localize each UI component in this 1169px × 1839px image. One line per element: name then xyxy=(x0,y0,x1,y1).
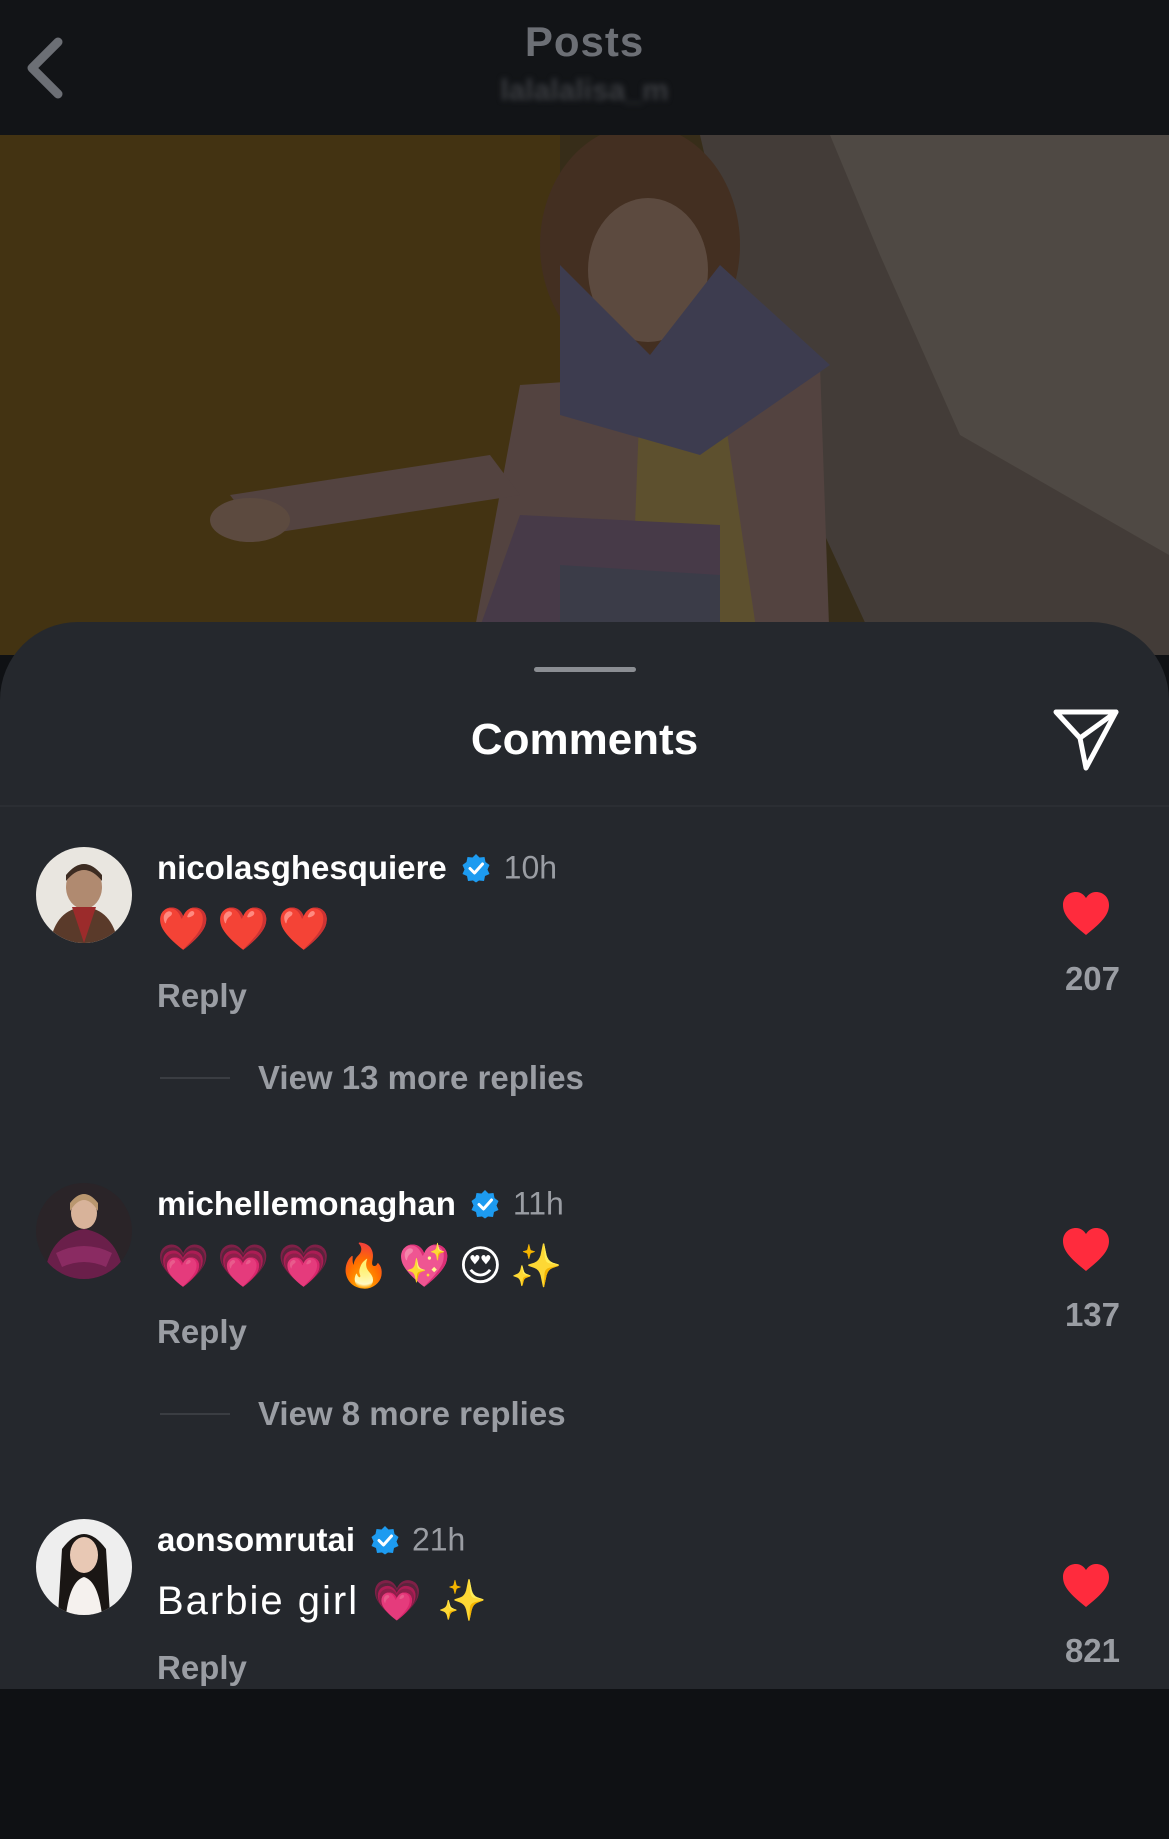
replies-divider-line xyxy=(160,1077,230,1079)
header-divider xyxy=(0,805,1169,807)
comment-item: nicolasghesquiere 10h ❤️❤️❤️ Reply 207 V… xyxy=(0,847,1169,1167)
comment-username[interactable]: aonsomrutai xyxy=(157,1521,355,1558)
heart-icon xyxy=(1063,1564,1109,1607)
like-button[interactable] xyxy=(1061,891,1111,937)
page-subtitle-username: lalalalisa_m xyxy=(500,74,669,107)
comment-item: aonsomrutai 21h Barbie girl 💗 ✨ Reply 82… xyxy=(0,1519,1169,1839)
heart-icon xyxy=(1063,892,1109,935)
page-title: Posts xyxy=(524,18,645,65)
comment-item: michellemonaghan 11h 💗💗💗🔥💖😍✨ Reply 137 V… xyxy=(0,1183,1169,1503)
view-replies-label: View 8 more replies xyxy=(258,1395,566,1432)
avatar[interactable] xyxy=(36,1183,132,1279)
view-replies-label: View 13 more replies xyxy=(258,1059,584,1096)
heart-icon xyxy=(1063,1228,1109,1271)
comment-meta: michellemonaghan 11h xyxy=(157,1185,564,1225)
comment-timestamp: 11h xyxy=(512,1185,564,1222)
avatar[interactable] xyxy=(36,847,132,943)
reply-button[interactable]: Reply xyxy=(157,1649,247,1687)
comment-timestamp: 10h xyxy=(503,849,558,886)
sheet-grabber[interactable] xyxy=(534,667,636,672)
paper-plane-icon xyxy=(1053,709,1119,771)
like-button[interactable] xyxy=(1061,1563,1111,1609)
top-navigation-bar: Posts lalalalisa_m xyxy=(0,0,1169,135)
replies-divider-line xyxy=(160,1413,230,1415)
comment-text: ❤️❤️❤️ xyxy=(157,905,338,952)
comment-username[interactable]: nicolasghesquiere xyxy=(157,849,447,886)
verified-badge-icon xyxy=(462,854,490,883)
view-more-replies-button[interactable]: View 8 more replies xyxy=(160,1395,566,1445)
avatar[interactable] xyxy=(36,1519,132,1615)
comments-sheet: Comments nicolasghesquiere 10h ❤️❤️❤️ Re… xyxy=(0,622,1169,1689)
comment-text: Barbie girl 💗 ✨ xyxy=(157,1579,489,1623)
verified-badge-icon xyxy=(471,1190,499,1219)
reply-button[interactable]: Reply xyxy=(157,977,247,1015)
reply-button[interactable]: Reply xyxy=(157,1313,247,1351)
comment-text: 💗💗💗🔥💖😍✨ xyxy=(157,1242,571,1289)
like-button[interactable] xyxy=(1061,1227,1111,1273)
comment-meta: aonsomrutai 21h xyxy=(157,1521,465,1561)
verified-badge-icon xyxy=(371,1526,398,1555)
like-count: 207 xyxy=(1064,960,1120,997)
post-photo xyxy=(0,135,1169,655)
view-more-replies-button[interactable]: View 13 more replies xyxy=(160,1059,584,1109)
comments-title: Comments xyxy=(470,715,699,764)
like-count: 821 xyxy=(1064,1632,1120,1669)
comment-timestamp: 21h xyxy=(411,1521,466,1558)
comment-username[interactable]: michellemonaghan xyxy=(157,1185,456,1222)
share-button[interactable] xyxy=(1050,704,1122,776)
like-count: 137 xyxy=(1064,1296,1120,1333)
comment-meta: nicolasghesquiere 10h xyxy=(157,849,557,889)
